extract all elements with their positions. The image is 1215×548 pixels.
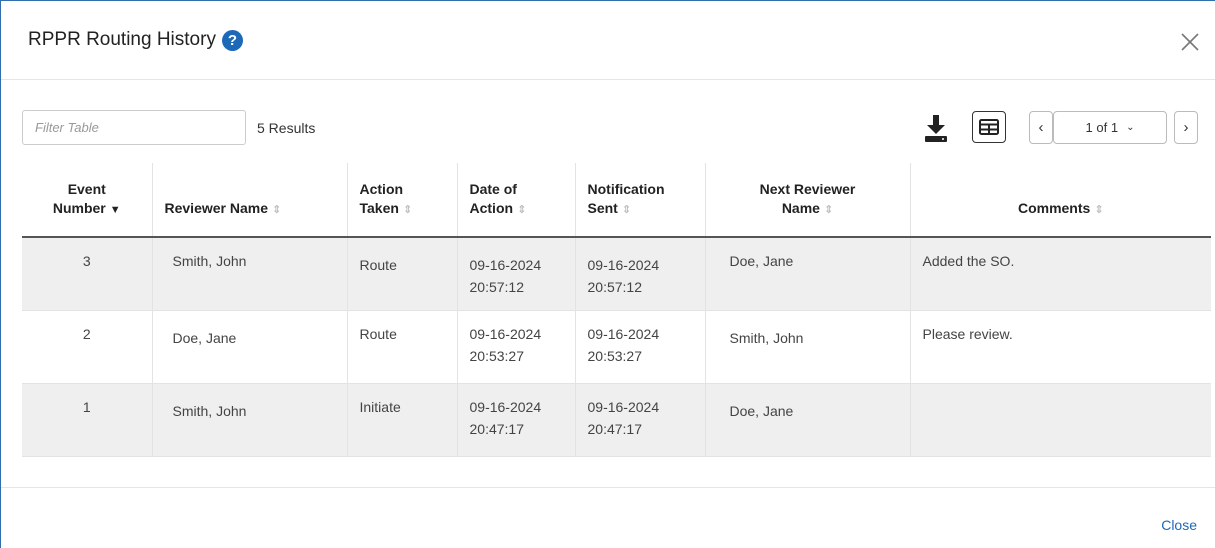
filter-table-input[interactable]: [22, 110, 246, 145]
cell-time: 20:47:17: [587, 420, 643, 437]
header-label-line1: Event: [67, 180, 106, 197]
cell-time: 20:47:17: [469, 420, 525, 437]
cell-time: 20:53:27: [587, 347, 643, 364]
table-columns-icon: [979, 119, 999, 135]
cell-date: 09-16-2024: [587, 398, 660, 415]
results-count: 5 Results: [257, 120, 316, 136]
cell-next-reviewer: Doe, Jane: [705, 383, 911, 457]
cell-notification-sent: 09-16-2024 20:53:27: [575, 310, 706, 384]
header-label: Reviewer Name: [164, 200, 269, 216]
cell-date-of-action: 09-16-2024 20:53:27: [457, 310, 576, 384]
cell-action-taken: Initiate: [347, 383, 458, 457]
cell-reviewer-name: Doe, Jane: [152, 310, 348, 384]
cell-date: 09-16-2024: [587, 257, 660, 273]
cell-event-number: 1: [22, 383, 153, 457]
cell-date-of-action: 09-16-2024 20:47:17: [457, 383, 576, 457]
cell-time: 20:53:27: [469, 347, 525, 364]
cell-event-number: 2: [22, 310, 153, 384]
sort-icon: ⇕: [621, 203, 632, 216]
sort-icon: ⇕: [823, 203, 834, 216]
sort-icon: ⇕: [517, 203, 527, 216]
header-label-line2: Name: [781, 199, 820, 216]
routing-history-table: Event Number ▼ Reviewer Name ⇕ Action Take…: [22, 163, 1211, 457]
header-label-line2: Action: [469, 199, 514, 216]
sort-icon: ⇕: [402, 203, 413, 216]
cell-action-taken: Route: [347, 237, 458, 311]
cell-date: 09-16-2024: [469, 398, 542, 415]
header-label-line1: Notification: [587, 180, 665, 197]
cell-date-of-action: 09-16-2024 20:57:12: [457, 237, 576, 311]
page-select[interactable]: 1 of 1 ⌄: [1053, 111, 1167, 144]
header-next-reviewer-name[interactable]: Next Reviewer Name ⇕: [705, 163, 911, 238]
table-header-row: Event Number ▼ Reviewer Name ⇕ Action Take…: [22, 163, 1211, 238]
cell-notification-sent: 09-16-2024 20:47:17: [575, 383, 706, 457]
table-row: 3 Smith, John Route 09-16-2024 20:57:12 …: [22, 237, 1211, 311]
cell-action-taken: Route: [347, 310, 458, 384]
header-label-line2: Sent: [587, 199, 618, 216]
header-comments[interactable]: Comments ⇕: [910, 163, 1211, 238]
cell-next-reviewer: Smith, John: [705, 310, 911, 384]
header-label-line1: Action: [359, 180, 404, 197]
header-label-line1: Next Reviewer: [759, 180, 856, 197]
header-label: Comments: [1017, 200, 1091, 216]
routing-history-modal: RPPR Routing History ? 5 Results ‹: [0, 0, 1215, 548]
modal-header: RPPR Routing History ?: [1, 1, 1215, 80]
table-toolbar: 5 Results ‹ 1 of 1 ⌄ ›: [22, 110, 1215, 146]
sort-icon: ⇕: [1094, 204, 1104, 216]
cell-time: 20:57:12: [469, 279, 525, 295]
cell-date: 09-16-2024: [469, 325, 542, 342]
next-page-button[interactable]: ›: [1174, 111, 1198, 144]
sort-icon: ⇕: [272, 204, 282, 216]
header-event-number[interactable]: Event Number ▼: [22, 163, 153, 238]
chevron-down-icon: ⌄: [1126, 122, 1135, 133]
cell-notification-sent: 09-16-2024 20:57:12: [575, 237, 706, 311]
modal-title-text: RPPR Routing History: [28, 29, 216, 50]
cell-comments: Added the SO.: [910, 237, 1211, 311]
header-date-of-action[interactable]: Date of Action ⇕: [457, 163, 576, 238]
question-circle-icon[interactable]: ?: [221, 29, 243, 51]
cell-comments: [910, 383, 1211, 457]
cell-date: 09-16-2024: [587, 325, 660, 342]
close-link[interactable]: Close: [1161, 517, 1197, 533]
table-row: 2 Doe, Jane Route 09-16-2024 20:53:27 09…: [22, 310, 1211, 384]
table-row: 1 Smith, John Initiate 09-16-2024 20:47:…: [22, 383, 1211, 457]
header-label-line2: Taken: [359, 199, 399, 216]
modal-footer: Close: [1, 487, 1215, 548]
header-label-line2: Number: [52, 199, 106, 216]
sort-desc-icon: ▼: [109, 203, 121, 216]
cell-event-number: 3: [22, 237, 153, 311]
close-icon[interactable]: [1179, 31, 1201, 53]
cell-reviewer-name: Smith, John: [152, 383, 348, 457]
header-reviewer-name[interactable]: Reviewer Name ⇕: [152, 163, 348, 238]
header-action-taken[interactable]: Action Taken ⇕: [347, 163, 458, 238]
download-icon[interactable]: [923, 112, 949, 144]
cell-next-reviewer: Doe, Jane: [705, 237, 911, 311]
modal-title: RPPR Routing History ?: [28, 29, 243, 51]
cell-comments: Please review.: [910, 310, 1211, 384]
cell-date: 09-16-2024: [469, 257, 542, 273]
header-notification-sent[interactable]: Notification Sent ⇕: [575, 163, 706, 238]
header-label-line1: Date of: [469, 180, 517, 197]
page-select-value: 1 of 1: [1085, 120, 1119, 135]
previous-page-button[interactable]: ‹: [1029, 111, 1053, 144]
cell-reviewer-name: Smith, John: [152, 237, 348, 311]
cell-time: 20:57:12: [587, 279, 643, 295]
column-toggle-button[interactable]: [972, 111, 1006, 143]
